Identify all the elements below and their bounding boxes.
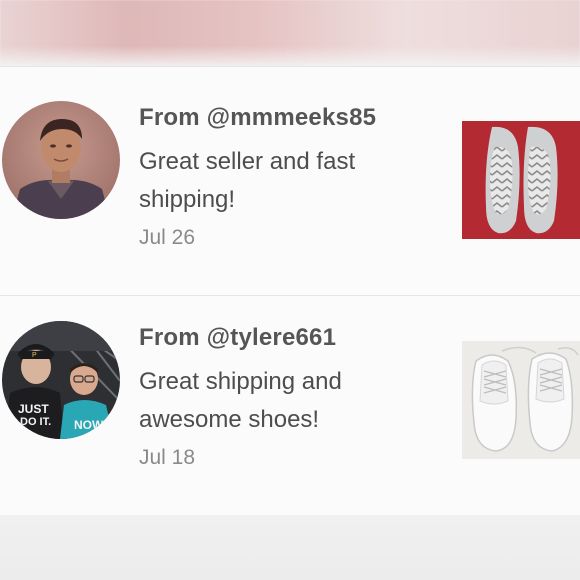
review-text-block: From @mmmeeks85 Great seller and fast sh… <box>139 103 439 253</box>
user-avatar-photo-icon <box>2 101 120 219</box>
user-avatar-photo-icon: P JUST DO IT. NOW <box>2 321 120 439</box>
reviewer-avatar[interactable] <box>2 101 120 219</box>
svg-text:JUST: JUST <box>18 402 49 416</box>
bottom-blurred-area <box>0 515 580 580</box>
white-sneakers-photo-icon <box>462 341 580 459</box>
reviewer-avatar[interactable]: P JUST DO IT. NOW <box>2 321 120 439</box>
reviewer-username[interactable]: From @tylere661 <box>139 323 439 353</box>
product-thumbnail[interactable] <box>462 341 580 459</box>
product-thumbnail[interactable] <box>462 121 580 239</box>
review-date: Jul 26 <box>139 226 196 249</box>
silver-flats-photo-icon <box>462 121 580 239</box>
review-item[interactable]: P JUST DO IT. NOW From @tylere661 Great … <box>0 295 580 515</box>
review-date: Jul 18 <box>139 446 196 469</box>
review-item[interactable]: From @mmmeeks85 Great seller and fast sh… <box>0 75 580 295</box>
svg-text:DO IT.: DO IT. <box>20 416 51 428</box>
svg-text:P: P <box>32 352 37 359</box>
top-blurred-banner <box>0 0 580 66</box>
svg-text:NOW: NOW <box>74 418 104 432</box>
reviews-screen: From @mmmeeks85 Great seller and fast sh… <box>0 0 580 580</box>
review-comment: Great seller and fast shipping! <box>139 148 356 213</box>
reviewer-username[interactable]: From @mmmeeks85 <box>139 103 439 133</box>
reviews-card: From @mmmeeks85 Great seller and fast sh… <box>0 66 580 516</box>
review-comment: Great shipping and awesome shoes! <box>139 368 342 433</box>
review-text-block: From @tylere661 Great shipping and aweso… <box>139 323 439 473</box>
